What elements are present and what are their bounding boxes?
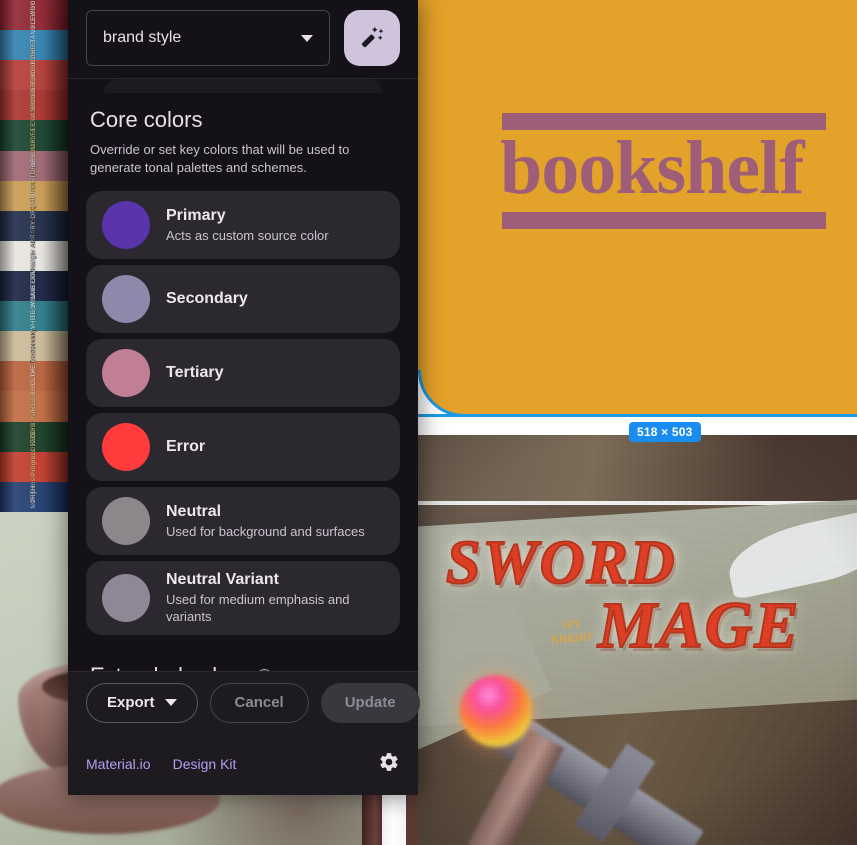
color-swatch-description: Used for background and surfaces: [166, 523, 365, 539]
cover-band-bottom: [502, 212, 826, 229]
book-spine: THE COMPLETE WORKS: [0, 96, 68, 175]
color-swatch-row[interactable]: Primary Acts as custom source color: [86, 191, 400, 259]
color-swatch-text: Tertiary: [166, 364, 224, 382]
color-swatch-row[interactable]: Neutral Used for background and surfaces: [86, 487, 400, 555]
vignette: [418, 435, 857, 845]
color-swatch-name: Tertiary: [166, 364, 224, 381]
color-swatch-description: Used for medium emphasis and variants: [166, 592, 350, 624]
chevron-down-icon: [164, 699, 177, 706]
brand-style-select[interactable]: brand style: [86, 10, 330, 66]
core-colors-title: Core colors: [90, 107, 203, 132]
book-spines-strip: POETRY A WONDER BOOK AND TANGLEWOOD TALES…: [0, 0, 68, 512]
artwork-sword-mage[interactable]: IVY KNIGHT SWORD MAGE: [418, 435, 857, 845]
core-colors-list: Primary Acts as custom source color Second…: [86, 191, 400, 635]
info-icon[interactable]: i: [256, 668, 272, 671]
material-io-link[interactable]: Material.io: [86, 756, 151, 772]
color-swatch-row[interactable]: Secondary: [86, 265, 400, 333]
color-swatch-text: Primary Acts as custom source color: [166, 207, 329, 244]
book-spine: THE MOON IN WHITE WILKIE COLLINS: [0, 255, 68, 378]
theme-builder-panel: brand style Core colors Override or set …: [68, 0, 420, 795]
color-swatch-row[interactable]: Neutral Variant Used for medium emphasis …: [86, 561, 400, 635]
core-colors-description: Override or set key colors that will be …: [90, 142, 350, 175]
update-button[interactable]: Update: [320, 682, 420, 723]
color-swatch-text: Neutral Used for background and surfaces: [166, 503, 365, 540]
book-cover-bookshelf[interactable]: bookshelf: [418, 0, 857, 416]
color-swatch-dot[interactable]: [102, 201, 150, 249]
color-swatch-name: Neutral Variant: [166, 571, 279, 588]
core-colors-heading: Core colors: [90, 107, 400, 133]
color-swatch-text: Neutral Variant Used for medium emphasis …: [166, 571, 371, 625]
cancel-button[interactable]: Cancel: [209, 682, 309, 723]
panel-footer: Material.io Design Kit: [68, 733, 418, 795]
color-swatch-dot[interactable]: [102, 349, 150, 397]
design-kit-link[interactable]: Design Kit: [173, 756, 237, 772]
gear-icon: [380, 752, 398, 771]
color-swatch-name: Neutral: [166, 502, 222, 520]
book-spine: Pilgrims Progress 1775: [0, 431, 68, 502]
magic-wand-icon: [361, 26, 384, 48]
book-spine-label: NORTH: [31, 485, 37, 509]
scrolled-card-peek: [104, 79, 382, 93]
magic-wand-button[interactable]: [344, 10, 400, 66]
color-swatch-dot[interactable]: [102, 275, 150, 323]
color-swatch-row[interactable]: Error: [86, 413, 400, 481]
color-swatch-description: Acts as custom source color: [166, 227, 329, 243]
panel-scroll-body[interactable]: Core colors Override or set key colors t…: [68, 79, 418, 671]
chevron-down-icon: [301, 34, 313, 42]
color-swatch-dot[interactable]: [102, 574, 150, 622]
book-spine: NORTH: [0, 481, 68, 512]
panel-action-bar: Export Cancel Update: [68, 671, 420, 733]
color-swatch-name: Primary: [166, 206, 226, 224]
selection-size-badge: 518 × 503: [629, 422, 701, 442]
cancel-label: Cancel: [234, 694, 284, 711]
color-swatch-dot[interactable]: [102, 423, 150, 471]
export-label: Export: [107, 694, 155, 711]
selection-outline-curve: [418, 370, 470, 417]
settings-button[interactable]: [378, 751, 400, 778]
color-swatch-name: Error: [166, 438, 206, 455]
brand-style-value: brand style: [103, 29, 182, 46]
color-swatch-name: Secondary: [166, 290, 248, 307]
extended-colors-heading: Extended colors i: [90, 663, 400, 671]
screen: POETRY A WONDER BOOK AND TANGLEWOOD TALES…: [0, 0, 857, 845]
update-label: Update: [344, 694, 396, 711]
cover-title: bookshelf: [500, 126, 805, 210]
export-button[interactable]: Export: [86, 682, 198, 723]
color-swatch-row[interactable]: Tertiary: [86, 339, 400, 407]
color-swatch-dot[interactable]: [102, 497, 150, 545]
panel-header: brand style: [68, 0, 418, 79]
color-swatch-text: Secondary: [166, 290, 248, 308]
color-swatch-text: Error: [166, 438, 205, 456]
extended-colors-title: Extended colors: [90, 663, 248, 671]
